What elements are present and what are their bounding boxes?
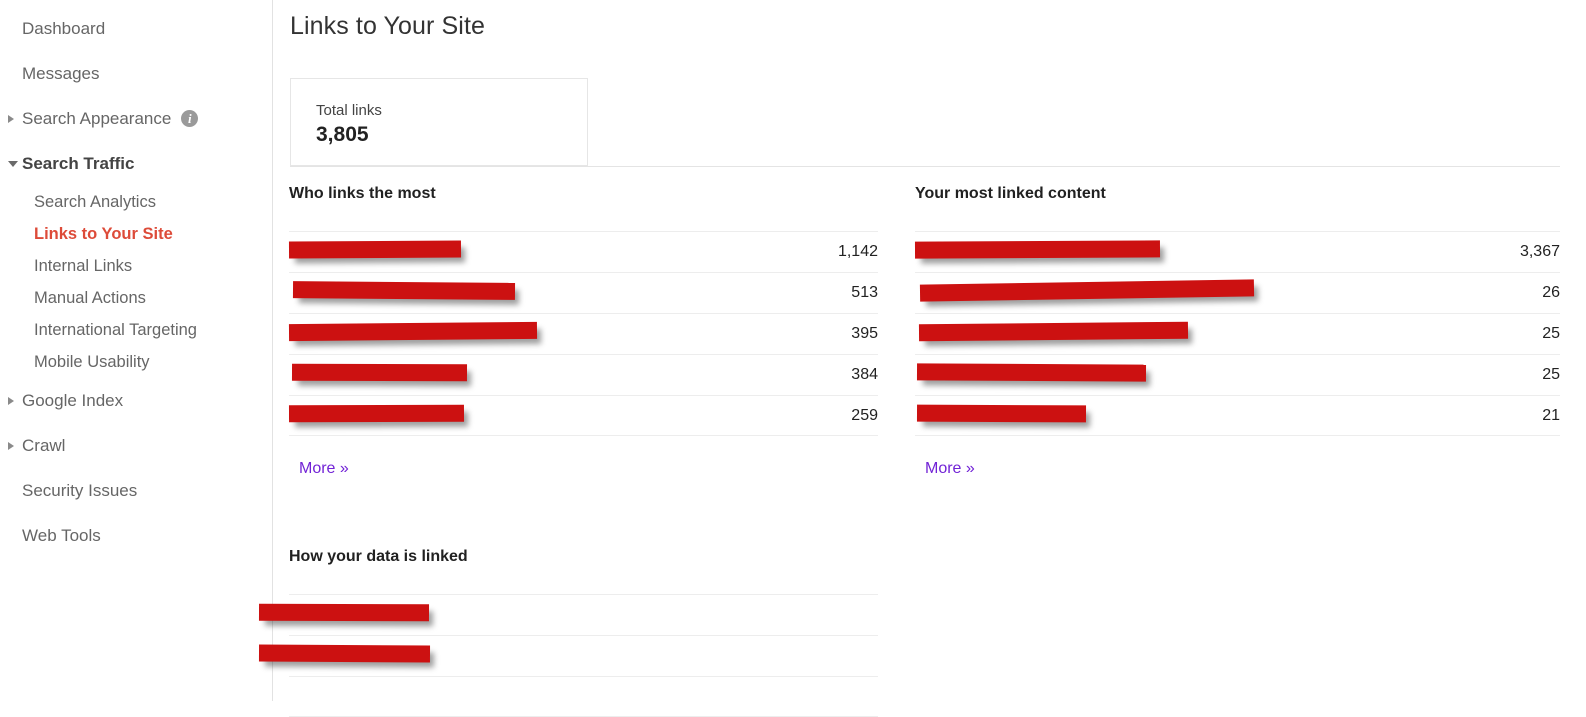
info-icon[interactable]: i: [181, 110, 199, 127]
sidebar-item-label: Crawl: [22, 436, 66, 455]
table-row[interactable]: 1,142: [288, 231, 878, 272]
chevron-down-icon[interactable]: [8, 160, 18, 167]
sidebar-item-international-targeting[interactable]: International Targeting: [0, 314, 272, 346]
table-row[interactable]: [289, 676, 878, 717]
more-link-your-most-linked-content[interactable]: More »: [925, 460, 975, 478]
chevron-right-icon[interactable]: [8, 441, 14, 450]
page-title: Links to Your Site: [290, 12, 485, 40]
redaction-bar: [288, 321, 538, 342]
sidebar-item-messages[interactable]: Messages: [0, 51, 272, 96]
redaction-bar: [916, 404, 1087, 423]
sidebar-item-web-tools[interactable]: Web Tools: [0, 513, 272, 558]
sidebar-item-label: Dashboard: [22, 19, 106, 38]
chevron-right-icon[interactable]: [8, 396, 14, 405]
row-value: 259: [851, 407, 878, 424]
sidebar-item-search-analytics[interactable]: Search Analytics: [0, 186, 272, 218]
sidebar-item-label: Mobile Usability: [34, 352, 150, 371]
row-value: 25: [1542, 325, 1560, 342]
totals-divider: [290, 166, 1560, 167]
sidebar-item-label: Messages: [22, 64, 100, 83]
sidebar-item-manual-actions[interactable]: Manual Actions: [0, 282, 272, 314]
sidebar-item-label: Search Traffic: [22, 154, 135, 173]
main-content: Links to Your Site Total links 3,805 Who…: [258, 0, 1586, 717]
sidebar-item-label: Google Index: [22, 391, 124, 410]
redaction-bar: [919, 279, 1255, 302]
table-row[interactable]: 21: [915, 395, 1560, 436]
sidebar-item-links-to-your-site[interactable]: Links to Your Site: [0, 218, 272, 250]
redaction-bar: [288, 240, 462, 259]
total-links-label: Total links: [316, 102, 382, 119]
sidebar-item-mobile-usability[interactable]: Mobile Usability: [0, 346, 272, 378]
table-row[interactable]: 384: [289, 354, 878, 395]
sidebar-item-security-issues[interactable]: Security Issues: [0, 468, 272, 513]
total-links-value: 3,805: [316, 123, 369, 146]
sidebar-item-label: International Targeting: [34, 320, 197, 339]
sidebar-item-search-traffic[interactable]: Search Traffic: [0, 141, 272, 186]
redaction-bar: [916, 363, 1147, 382]
redaction-bar: [258, 603, 430, 622]
sidebar-item-label: Search Analytics: [34, 192, 156, 211]
table-row[interactable]: 395: [288, 313, 878, 354]
row-value: 3,367: [1519, 243, 1560, 260]
sidebar-item-crawl[interactable]: Crawl: [0, 423, 272, 468]
sidebar-item-label: Internal Links: [34, 256, 133, 275]
section-title-how-your-data-is-linked: How your data is linked: [289, 548, 468, 565]
redaction-bar: [292, 281, 516, 300]
table-row[interactable]: [258, 635, 878, 676]
row-value: 513: [851, 284, 878, 301]
table-your-most-linked-content: 3,367 26 25 25 21: [914, 231, 1560, 436]
sidebar-item-label: Security Issues: [22, 481, 138, 500]
more-link-who-links-the-most[interactable]: More »: [299, 460, 349, 478]
row-value: 395: [851, 325, 878, 342]
row-value: 384: [851, 366, 878, 383]
table-how-your-data-is-linked: [258, 594, 878, 717]
row-value: 21: [1542, 407, 1560, 424]
table-row[interactable]: 25: [915, 354, 1560, 395]
redaction-bar: [291, 363, 468, 382]
row-value: 1,142: [837, 243, 878, 260]
sidebar-item-search-appearance[interactable]: Search Appearance i: [0, 96, 272, 141]
table-row[interactable]: 26: [915, 272, 1560, 313]
sidebar: Dashboard Messages Search Appearance i Searc…: [0, 0, 273, 701]
sidebar-item-label: Links to Your Site: [34, 224, 173, 243]
sidebar-item-label: Web Tools: [22, 526, 101, 545]
table-who-links-the-most: 1,142 513 395 384 259: [288, 231, 878, 436]
table-row[interactable]: 513: [289, 272, 878, 313]
table-row[interactable]: 3,367: [914, 231, 1560, 272]
sidebar-item-google-index[interactable]: Google Index: [0, 378, 272, 423]
redaction-bar: [918, 321, 1189, 342]
redaction-bar: [288, 404, 465, 423]
row-value: 26: [1542, 284, 1560, 301]
table-row[interactable]: [258, 594, 878, 635]
sidebar-item-label: Search Appearance: [22, 109, 172, 128]
total-links-card: Total links 3,805: [290, 78, 588, 166]
sidebar-item-internal-links[interactable]: Internal Links: [0, 250, 272, 282]
redaction-bar: [914, 240, 1161, 259]
table-row[interactable]: 25: [915, 313, 1560, 354]
section-title-your-most-linked-content: Your most linked content: [915, 185, 1106, 202]
chevron-right-icon[interactable]: [8, 114, 14, 123]
sidebar-item-label: Manual Actions: [34, 288, 146, 307]
row-value: 25: [1542, 366, 1560, 383]
table-row[interactable]: 259: [288, 395, 878, 436]
redaction-bar: [258, 644, 431, 663]
section-title-who-links-the-most: Who links the most: [289, 185, 436, 202]
sidebar-item-dashboard[interactable]: Dashboard: [0, 6, 272, 51]
